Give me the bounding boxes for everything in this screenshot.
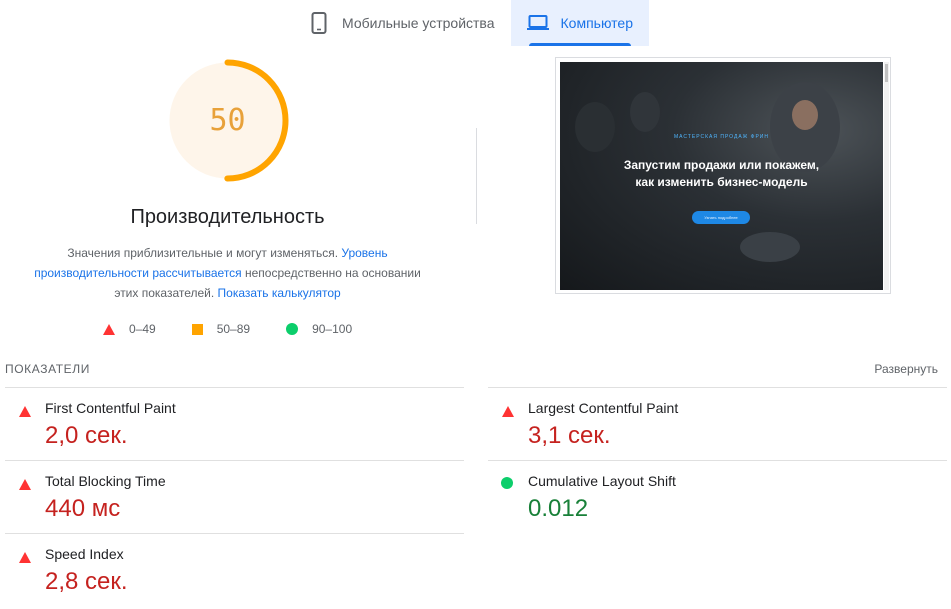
performance-description: Значения приблизительные и могут изменят… [25, 243, 430, 303]
tab-desktop[interactable]: Компьютер [510, 0, 649, 46]
metric-value: 2,0 сек. [45, 422, 128, 449]
person-figure [575, 102, 615, 152]
screenshot-cta-button: Узнать подробнее [692, 211, 750, 224]
legend-range-poor: 0–49 [129, 322, 156, 336]
metric-value: 0.012 [528, 495, 589, 522]
legend-range-average: 50–89 [216, 322, 251, 336]
legend-item-average: 50–89 [191, 322, 251, 336]
divider [5, 460, 464, 461]
triangle-icon [502, 406, 514, 417]
screenshot-headline-line-2: как изменить бизнес-модель [635, 175, 808, 189]
divider [488, 387, 947, 388]
tab-mobile-label: Мобильные устройства [342, 15, 495, 31]
screenshot-scrollbar [884, 62, 889, 290]
performance-score: 50 [209, 103, 246, 138]
legend-item-poor: 0–49 [103, 322, 156, 336]
metric-label: Total Blocking Time [45, 473, 166, 489]
circle-icon [286, 323, 299, 335]
divider [5, 387, 464, 388]
tab-desktop-label: Компьютер [560, 15, 633, 31]
expand-button[interactable]: Развернуть [874, 362, 938, 376]
metric-value: 440 мс [45, 495, 121, 522]
performance-title: Производительность [130, 206, 325, 228]
screenshot-brand: МАСТЕРСКАЯ ПРОДАЖ ФРИН [673, 134, 770, 140]
metrics-header: ПОКАЗАТЕЛИ [5, 362, 90, 376]
triangle-icon [103, 323, 115, 335]
tablet-shape [740, 232, 800, 262]
page-screenshot-frame: МАСТЕРСКАЯ ПРОДАЖ ФРИН Запустим продажи … [555, 57, 891, 294]
circle-icon [501, 477, 513, 489]
device-tabs: Мобильные устройства Компьютер [292, 0, 649, 46]
metric-label: First Contentful Paint [45, 400, 176, 416]
divider [488, 460, 947, 461]
triangle-icon [19, 479, 31, 490]
triangle-icon [19, 406, 31, 417]
performance-gauge: 50 [165, 58, 290, 183]
description-text-1: Значения приблизительные и могут изменят… [67, 246, 342, 260]
laptop-icon [526, 12, 549, 34]
divider [5, 533, 464, 534]
person-figure [630, 92, 660, 132]
person-face [792, 100, 818, 130]
metric-value: 2,8 сек. [45, 568, 128, 595]
metric-value: 3,1 сек. [528, 422, 611, 449]
screenshot-headline: Запустим продажи или покажем, как измени… [560, 157, 883, 191]
screenshot-headline-line-1: Запустим продажи или покажем, [623, 158, 820, 172]
tab-mobile[interactable]: Мобильные устройства [292, 0, 511, 46]
show-calculator-link[interactable]: Показать калькулятор [218, 286, 341, 300]
score-legend: 0–49 50–89 90–100 [103, 322, 388, 336]
triangle-icon [19, 552, 31, 563]
metric-label: Cumulative Layout Shift [528, 473, 676, 489]
legend-item-good: 90–100 [286, 322, 352, 336]
square-icon [191, 323, 203, 335]
metric-label: Speed Index [45, 546, 124, 562]
legend-range-good: 90–100 [312, 322, 353, 336]
metric-label: Largest Contentful Paint [528, 400, 679, 416]
page-screenshot: МАСТЕРСКАЯ ПРОДАЖ ФРИН Запустим продажи … [560, 62, 883, 290]
vertical-divider [476, 128, 477, 224]
smartphone-icon [308, 12, 330, 34]
